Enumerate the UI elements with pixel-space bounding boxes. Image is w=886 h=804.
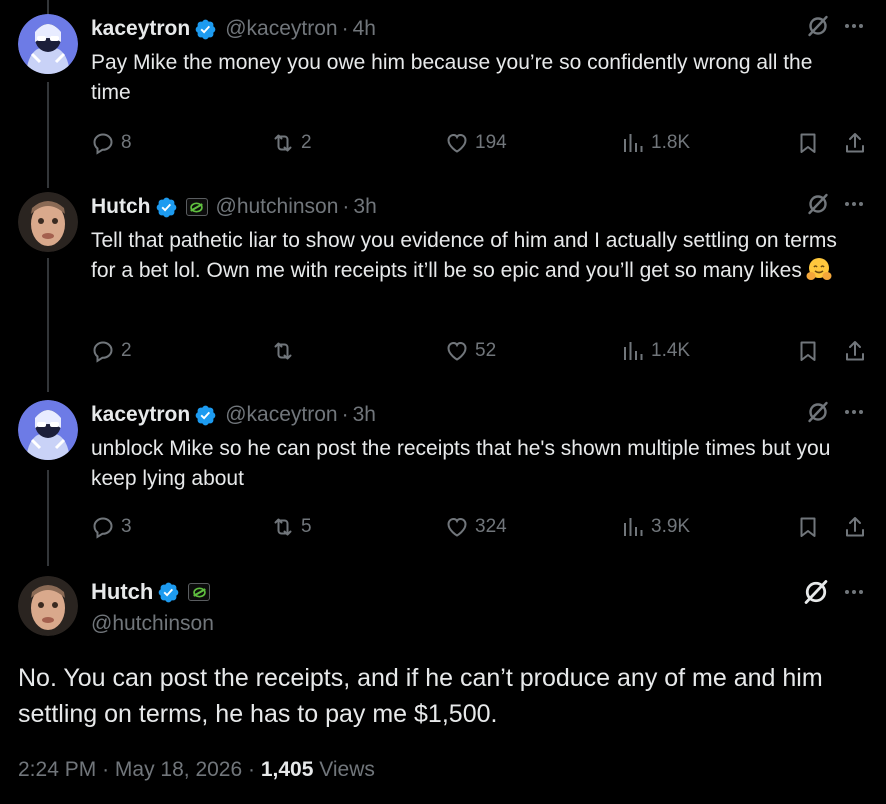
- tweet-text-body: Tell that pathetic liar to show you evid…: [91, 229, 837, 282]
- optic-affiliate-icon[interactable]: [185, 198, 208, 216]
- grok-icon[interactable]: [802, 578, 830, 606]
- tweet-text: Pay Mike the money you owe him because y…: [91, 51, 813, 104]
- reply-icon: [91, 515, 115, 539]
- bookmark-button[interactable]: [796, 336, 820, 366]
- tweet-date[interactable]: May 18, 2026: [115, 758, 242, 781]
- views-count: 1.4K: [651, 340, 691, 361]
- repost-icon: [271, 515, 295, 539]
- avatar[interactable]: [18, 14, 78, 74]
- tweet-text: Tell that pathetic liar to show you evid…: [91, 226, 856, 286]
- separator-dot: ·: [341, 403, 349, 426]
- bookmark-icon: [796, 339, 820, 363]
- reply-icon: [91, 339, 115, 363]
- reply-button[interactable]: 8: [91, 128, 132, 158]
- more-icon[interactable]: [842, 14, 866, 38]
- share-icon: [843, 515, 867, 539]
- reply-count: 3: [121, 516, 132, 537]
- like-button[interactable]: 324: [445, 512, 507, 542]
- author-handle[interactable]: @hutchinson: [91, 612, 866, 636]
- author-name[interactable]: kaceytron: [91, 403, 190, 427]
- tweet-meta: 2:24 PM · May 18, 2026 · 1,405 Views: [18, 758, 375, 782]
- like-button[interactable]: 52: [445, 336, 496, 366]
- reply-icon: [91, 131, 115, 155]
- verified-badge-icon: [194, 18, 217, 41]
- author-name[interactable]: Hutch: [91, 579, 153, 605]
- bookmark-button[interactable]: [796, 128, 820, 158]
- views-icon: [621, 515, 645, 539]
- more-icon[interactable]: [842, 192, 866, 216]
- repost-icon: [271, 131, 295, 155]
- author-handle[interactable]: @kaceytron: [225, 403, 337, 427]
- repost-count: 5: [301, 516, 312, 537]
- avatar[interactable]: [18, 576, 78, 636]
- repost-icon: [271, 339, 295, 363]
- optic-affiliate-icon[interactable]: [188, 583, 211, 601]
- like-button[interactable]: 194: [445, 128, 507, 158]
- separator-dot: ·: [248, 758, 256, 781]
- bookmark-icon: [796, 131, 820, 155]
- separator-dot: ·: [342, 195, 350, 218]
- grok-icon[interactable]: [806, 400, 830, 424]
- author-name[interactable]: Hutch: [91, 195, 151, 219]
- like-count: 52: [475, 340, 497, 361]
- like-count: 194: [475, 132, 507, 153]
- repost-button[interactable]: 2: [271, 128, 312, 158]
- author-handle[interactable]: @hutchinson: [216, 195, 339, 219]
- more-icon[interactable]: [842, 580, 866, 604]
- thread-line: [47, 258, 49, 392]
- share-icon: [843, 131, 867, 155]
- main-tweet-header: Hutch @hutchinson: [91, 576, 866, 636]
- like-icon: [445, 339, 469, 363]
- author-name[interactable]: kaceytron: [91, 17, 190, 41]
- author-handle[interactable]: @kaceytron: [225, 17, 337, 41]
- bookmark-icon: [796, 515, 820, 539]
- tweet-time[interactable]: 3h: [353, 403, 376, 427]
- reply-count: 2: [121, 340, 132, 361]
- tweet-timestamp[interactable]: 2:24 PM: [18, 758, 96, 781]
- tweet-time[interactable]: 4h: [353, 17, 376, 41]
- views-count: 1,405: [260, 758, 314, 781]
- avatar[interactable]: [18, 400, 78, 460]
- views-button[interactable]: 1.4K: [621, 336, 690, 366]
- thread-line: [47, 0, 49, 14]
- reply-count: 8: [121, 132, 132, 153]
- like-icon: [445, 515, 469, 539]
- reply-button[interactable]: 3: [91, 512, 132, 542]
- like-count: 324: [475, 516, 507, 537]
- share-icon: [843, 339, 867, 363]
- avatar[interactable]: [18, 192, 78, 252]
- share-button[interactable]: [843, 512, 867, 542]
- tweet-text: unblock Mike so he can post the receipts…: [91, 437, 831, 490]
- separator-dot: ·: [102, 758, 110, 781]
- grok-icon[interactable]: [806, 192, 830, 216]
- views-count: 1.8K: [651, 132, 691, 153]
- repost-count: 2: [301, 132, 312, 153]
- share-button[interactable]: [843, 128, 867, 158]
- tweet-time[interactable]: 3h: [353, 195, 376, 219]
- verified-badge-icon: [155, 196, 178, 219]
- repost-button[interactable]: [271, 336, 301, 366]
- bookmark-button[interactable]: [796, 512, 820, 542]
- hugging-face-emoji-icon: [806, 256, 832, 282]
- verified-badge-icon: [194, 404, 217, 427]
- main-tweet-text: No. You can post the receipts, and if he…: [18, 664, 823, 728]
- like-icon: [445, 131, 469, 155]
- views-icon: [621, 131, 645, 155]
- views-count: 3.9K: [651, 516, 691, 537]
- repost-button[interactable]: 5: [271, 512, 312, 542]
- thread-line: [47, 82, 49, 188]
- reply-button[interactable]: 2: [91, 336, 132, 366]
- more-icon[interactable]: [842, 400, 866, 424]
- separator-dot: ·: [341, 17, 349, 40]
- verified-badge-icon: [157, 581, 180, 604]
- views-label: Views: [319, 758, 375, 781]
- views-button[interactable]: 3.9K: [621, 512, 690, 542]
- grok-icon[interactable]: [806, 14, 830, 38]
- share-button[interactable]: [843, 336, 867, 366]
- views-icon: [621, 339, 645, 363]
- thread-line: [47, 470, 49, 566]
- views-button[interactable]: 1.8K: [621, 128, 690, 158]
